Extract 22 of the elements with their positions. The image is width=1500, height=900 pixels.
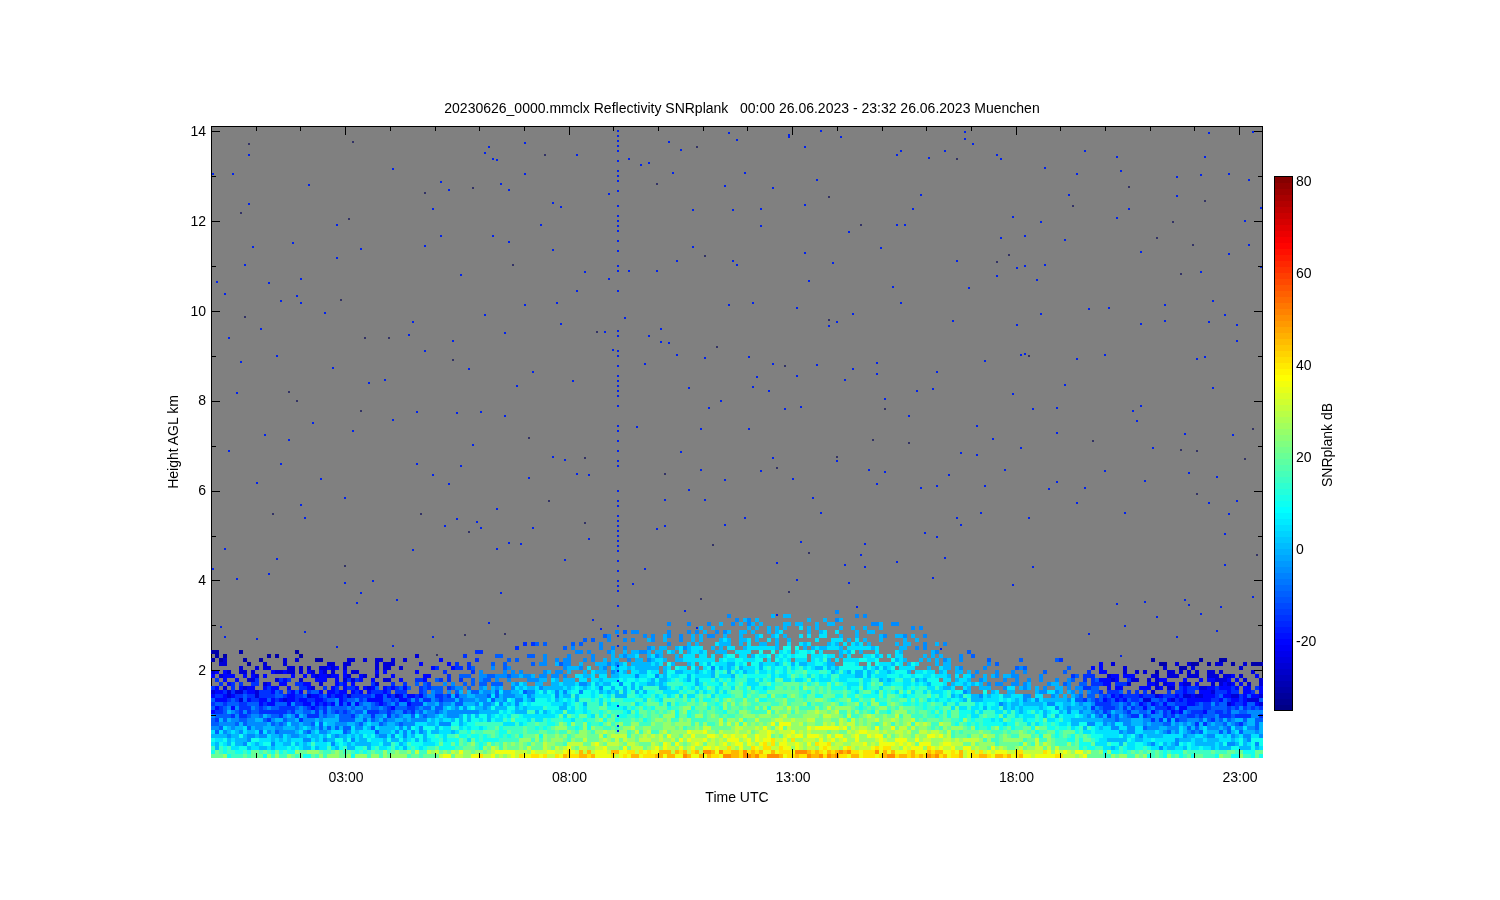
x-tick-label: 03:00: [328, 769, 364, 785]
x-tick-label: 23:00: [1222, 769, 1258, 785]
y-axis-label: Height AGL km: [165, 395, 181, 489]
y-tick-label: 4: [198, 572, 206, 588]
y-tick-label: 6: [198, 482, 206, 499]
colorbar-tick-label: 20: [1296, 449, 1312, 465]
y-tick-label: 14: [190, 123, 206, 139]
colorbar-tick-label: 40: [1296, 357, 1312, 373]
y-tick-label: 10: [190, 302, 206, 319]
colorbar-tick-label: 60: [1296, 265, 1312, 281]
chart-title: 20230626_0000.mmclx Reflectivity SNRplank 00:00 26.06.2023 - 23:32 26.06.2023 Muenchen: [444, 100, 1040, 116]
y-tick-label: 12: [190, 212, 206, 229]
colorbar-tick-label: 80: [1296, 173, 1312, 189]
y-tick-label: 8: [198, 392, 206, 409]
x-tick-label: 13:00: [775, 769, 811, 785]
colorbar-tick-label: 0: [1296, 541, 1304, 557]
colorbar-tick-label: -20: [1296, 633, 1317, 649]
x-axis-label: Time UTC: [705, 789, 769, 805]
x-tick-label: 18:00: [999, 769, 1034, 785]
x-tick-label: 08:00: [552, 769, 587, 785]
y-tick-label: 2: [198, 661, 206, 678]
colorbar-label: SNRplank dB: [1319, 403, 1335, 487]
